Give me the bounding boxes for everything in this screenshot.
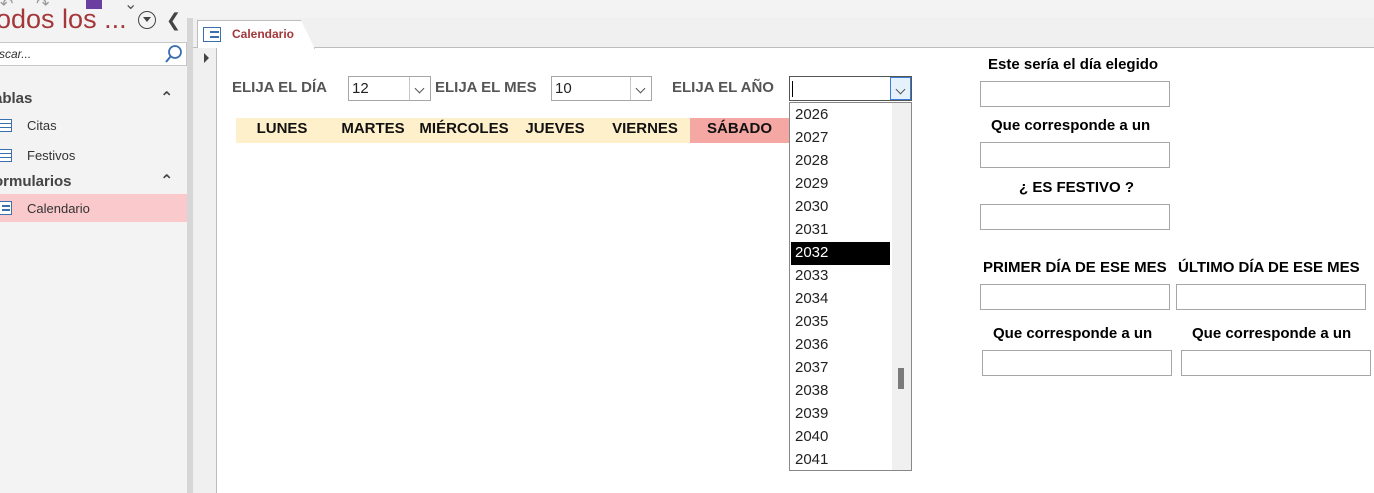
month-combo[interactable]: 10: [551, 76, 652, 101]
year-option[interactable]: 2039: [791, 403, 890, 426]
day-combo[interactable]: 12: [348, 76, 431, 101]
chevron-up-icon[interactable]: ⌃: [160, 171, 173, 191]
year-option[interactable]: 2036: [791, 334, 890, 357]
document-tab-bar: [193, 18, 1374, 48]
holiday-label: ¿ ES FESTIVO ?: [1019, 179, 1135, 196]
year-combo[interactable]: [789, 76, 912, 101]
first-day-field[interactable]: [980, 284, 1170, 310]
nav-group-label: ablas: [0, 90, 33, 107]
nav-item-festivos[interactable]: Festivos: [0, 141, 187, 169]
year-option[interactable]: 2030: [791, 196, 890, 219]
year-option[interactable]: 2037: [791, 357, 890, 380]
record-selector[interactable]: [193, 48, 217, 493]
weekday-label: VIERNES: [612, 120, 678, 137]
year-option[interactable]: 2031: [791, 219, 890, 242]
form-icon: [203, 27, 221, 42]
last-day-label: ÚLTIMO DÍA DE ESE MES: [1178, 259, 1360, 276]
day-value: 12: [352, 80, 369, 97]
year-option[interactable]: 2033: [791, 265, 890, 288]
nav-group-tablas[interactable]: ablas ⌃: [0, 88, 187, 110]
month-value: 10: [555, 80, 572, 97]
chevron-down-icon[interactable]: [630, 77, 651, 100]
year-option[interactable]: 2040: [791, 426, 890, 449]
year-option[interactable]: 2034: [791, 288, 890, 311]
last-weekday-field[interactable]: [1181, 350, 1371, 376]
corresponds-label: Que corresponde a un: [991, 117, 1151, 134]
tab-label[interactable]: Calendario: [232, 27, 294, 41]
first-corresponds-label: Que corresponde a un: [993, 325, 1153, 342]
weekday-field[interactable]: [980, 142, 1170, 168]
nav-item-calendario[interactable]: Calendario: [0, 194, 187, 222]
chevron-up-icon[interactable]: ⌃: [160, 88, 173, 108]
weekday-label: LUNES: [256, 120, 308, 137]
nav-group-formularios[interactable]: ormularios ⌃: [0, 171, 187, 193]
first-day-label: PRIMER DÍA DE ESE MES: [983, 259, 1167, 276]
weekday-label: MIÉRCOLES: [419, 120, 509, 137]
year-option[interactable]: 2035: [791, 311, 890, 334]
weekday-label: JUEVES: [525, 120, 585, 137]
day-label: ELIJA EL DÍA: [232, 79, 328, 96]
table-icon: [0, 119, 12, 132]
chevron-down-icon[interactable]: [409, 77, 430, 100]
weekday-label: MARTES: [341, 120, 405, 137]
nav-search-input[interactable]: scar...: [0, 42, 164, 66]
last-corresponds-label: Que corresponde a un: [1192, 325, 1352, 342]
search-button[interactable]: [163, 42, 187, 66]
year-option[interactable]: 2029: [791, 173, 890, 196]
year-option[interactable]: 2032: [791, 242, 890, 265]
chosen-day-field[interactable]: [980, 81, 1170, 107]
first-weekday-field[interactable]: [982, 350, 1172, 376]
nav-group-label: ormularios: [0, 173, 72, 190]
month-label: ELIJA EL MES: [435, 79, 537, 96]
chevron-down-icon[interactable]: [890, 77, 911, 100]
nav-item-label: Festivos: [27, 148, 76, 163]
year-label: ELIJA EL AÑO: [672, 79, 774, 96]
year-option[interactable]: 2028: [791, 150, 890, 173]
dropdown-circle-icon[interactable]: [138, 11, 156, 29]
year-option[interactable]: 2026: [791, 104, 890, 127]
year-option[interactable]: 2027: [791, 127, 890, 150]
chosen-day-label: Este sería el día elegido: [988, 56, 1159, 73]
navigation-pane-title[interactable]: odos los ...: [0, 4, 127, 35]
quick-access-toolbar: ↶ ↷ ⌄: [0, 0, 1374, 18]
collapse-left-icon[interactable]: ❮: [166, 10, 181, 31]
table-icon: [0, 149, 12, 162]
nav-item-label: Citas: [27, 118, 57, 133]
year-option[interactable]: 2038: [791, 380, 890, 403]
nav-item-citas[interactable]: Citas: [0, 111, 187, 139]
weekday-label: SÁBADO: [706, 120, 772, 137]
year-list-scrollbar[interactable]: [892, 103, 911, 470]
search-icon: [165, 45, 182, 63]
nav-item-label: Calendario: [27, 201, 90, 216]
current-record-arrow-icon: [204, 53, 209, 63]
holiday-field[interactable]: [980, 204, 1170, 230]
form-icon: [0, 201, 12, 215]
text-cursor: [792, 81, 793, 97]
scrollbar-thumb[interactable]: [898, 368, 904, 389]
last-day-field[interactable]: [1176, 284, 1366, 310]
year-option[interactable]: 2041: [791, 449, 890, 472]
